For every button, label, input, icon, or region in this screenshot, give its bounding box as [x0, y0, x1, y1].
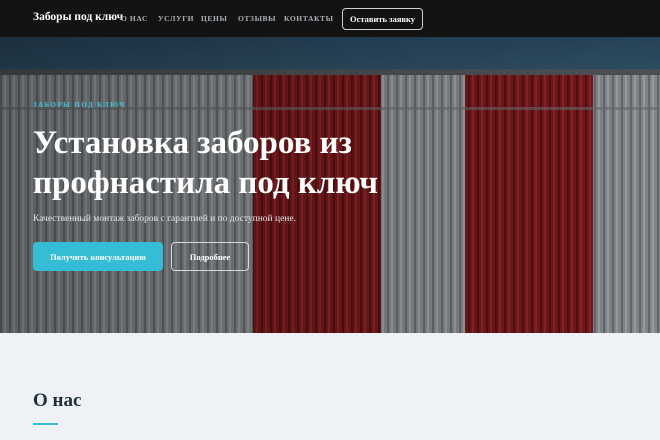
- nav-link-services[interactable]: УСЛУГИ: [158, 14, 194, 23]
- hero-subtitle: Качественный монтаж заборов с гарантией …: [33, 214, 296, 224]
- get-consultation-button[interactable]: Получить консультацию: [33, 242, 163, 271]
- more-details-button[interactable]: Подробнее: [171, 242, 249, 271]
- nav-link-contacts[interactable]: КОНТАКТЫ: [284, 14, 334, 23]
- hero-eyebrow: ЗАБОРЫ ПОД КЛЮЧ: [33, 101, 126, 109]
- nav-link-about[interactable]: О НАС: [121, 14, 148, 23]
- about-section-title: О нас: [33, 390, 82, 411]
- about-title-underline: [33, 423, 58, 425]
- nav-link-reviews[interactable]: ОТЗЫВЫ: [238, 14, 276, 23]
- hero-title: Установка заборов из профнастила под клю…: [33, 125, 378, 201]
- nav-link-prices[interactable]: ЦЕНЫ: [201, 14, 227, 23]
- leave-request-button[interactable]: Оставить заявку: [342, 8, 423, 30]
- site-header: Заборы под ключ О НАС УСЛУГИ ЦЕНЫ ОТЗЫВЫ…: [0, 0, 660, 37]
- site-logo[interactable]: Заборы под ключ: [33, 11, 123, 23]
- hero-section: ЗАБОРЫ ПОД КЛЮЧ Установка заборов из про…: [0, 37, 660, 333]
